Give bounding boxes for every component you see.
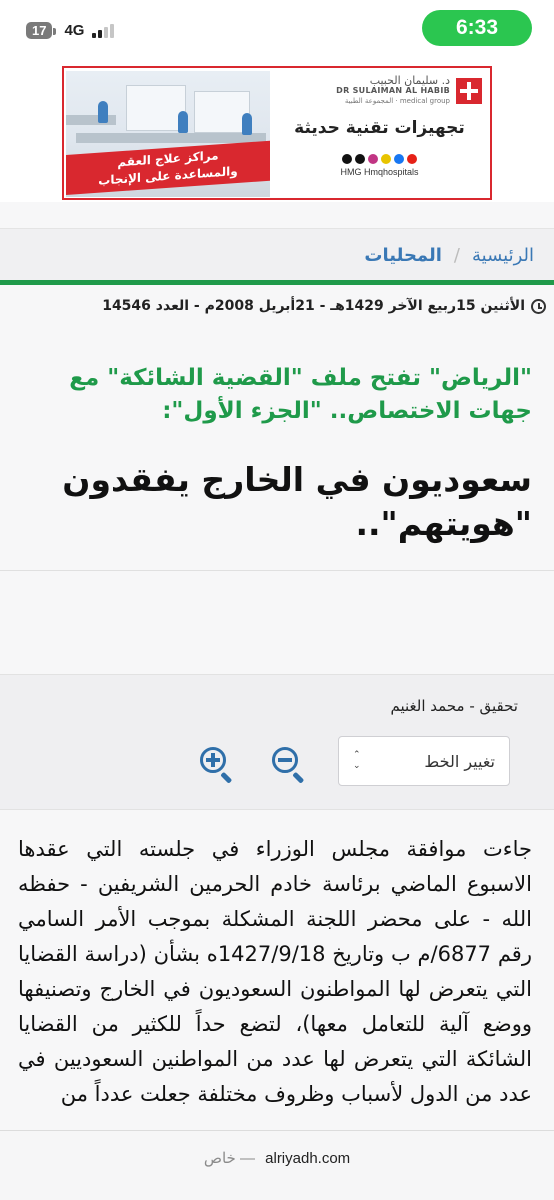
- battery-indicator: 17: [26, 22, 58, 39]
- ad-banner[interactable]: مراكز علاج العقم والمساعدة على الإنجاب د…: [62, 66, 492, 200]
- article-tools: تحقيق - محمد الغنيم تغيير الخط ⌃ ⌄: [0, 674, 554, 810]
- article-date-text: الأثنين 15ربيع الآخر 1429هـ - 21أبريل 20…: [102, 298, 525, 314]
- breadcrumb-section-link[interactable]: المحليات: [364, 245, 442, 266]
- youtube-icon: [407, 154, 417, 164]
- ad-handles: HMG Hmqhospitals: [340, 167, 419, 177]
- ad-text-area: د. سليمان الحبيب DR SULAIMAN AL HABIB ال…: [277, 74, 482, 194]
- clock-icon: [531, 298, 546, 314]
- section-accent-line: [0, 280, 554, 285]
- article-author: تحقيق - محمد الغنيم: [390, 697, 518, 715]
- article-date: الأثنين 15ربيع الآخر 1429هـ - 21أبريل 20…: [8, 298, 546, 314]
- ad-logo-sub: المجموعة الطبية · medical group: [344, 97, 450, 105]
- ad-headline: تجهيزات تقنية حديثة: [294, 118, 465, 138]
- title-divider: [0, 570, 554, 571]
- breadcrumb-separator: /: [453, 244, 460, 266]
- snapchat-icon: [381, 154, 391, 164]
- ad-logo-en: DR SULAIMAN AL HABIB: [336, 86, 450, 95]
- select-arrows-icon: ⌃ ⌄: [353, 750, 361, 771]
- article-body: جاءت موافقة مجلس الوزراء في جلسته التي ع…: [18, 837, 532, 1106]
- facebook-icon: [394, 154, 404, 164]
- ad-logo-ar: د. سليمان الحبيب: [369, 74, 450, 87]
- font-select[interactable]: تغيير الخط ⌃ ⌄: [338, 736, 510, 786]
- zoom-in-button[interactable]: [200, 747, 234, 784]
- font-select-label: تغيير الخط: [424, 751, 495, 771]
- ad-social-icons: [277, 154, 482, 164]
- tiktok-icon: [355, 154, 365, 164]
- status-bar: 17 4G 6:33: [0, 0, 554, 64]
- ad-logo: د. سليمان الحبيب DR SULAIMAN AL HABIB ال…: [277, 74, 482, 106]
- url-text: alriyadh.com: [265, 1150, 351, 1167]
- article-subtitle: "الرياض" تفتح ملف "القضية الشائكة" مع جه…: [69, 365, 532, 424]
- clock-pill[interactable]: 6:33: [422, 10, 532, 46]
- ad-area: مراكز علاج العقم والمساعدة على الإنجاب د…: [0, 64, 554, 202]
- browser-address-bar[interactable]: خاص — alriyadh.com: [0, 1130, 554, 1200]
- signal-icon: [92, 23, 115, 38]
- x-icon: [342, 154, 352, 164]
- private-label: خاص —: [203, 1150, 255, 1167]
- url-line: خاص — alriyadh.com: [0, 1149, 554, 1167]
- article-title: سعوديون في الخارج يفقدون "هويتهم"..: [62, 460, 532, 543]
- status-left: 17 4G: [26, 22, 115, 39]
- breadcrumb-home-link[interactable]: الرئيسية: [472, 245, 534, 266]
- breadcrumb: الرئيسية / المحليات: [0, 228, 554, 281]
- network-type: 4G: [64, 22, 85, 39]
- hospital-logo-icon: [456, 78, 482, 104]
- zoom-out-button[interactable]: [272, 747, 306, 784]
- instagram-icon: [368, 154, 378, 164]
- status-time: 6:33: [455, 16, 499, 39]
